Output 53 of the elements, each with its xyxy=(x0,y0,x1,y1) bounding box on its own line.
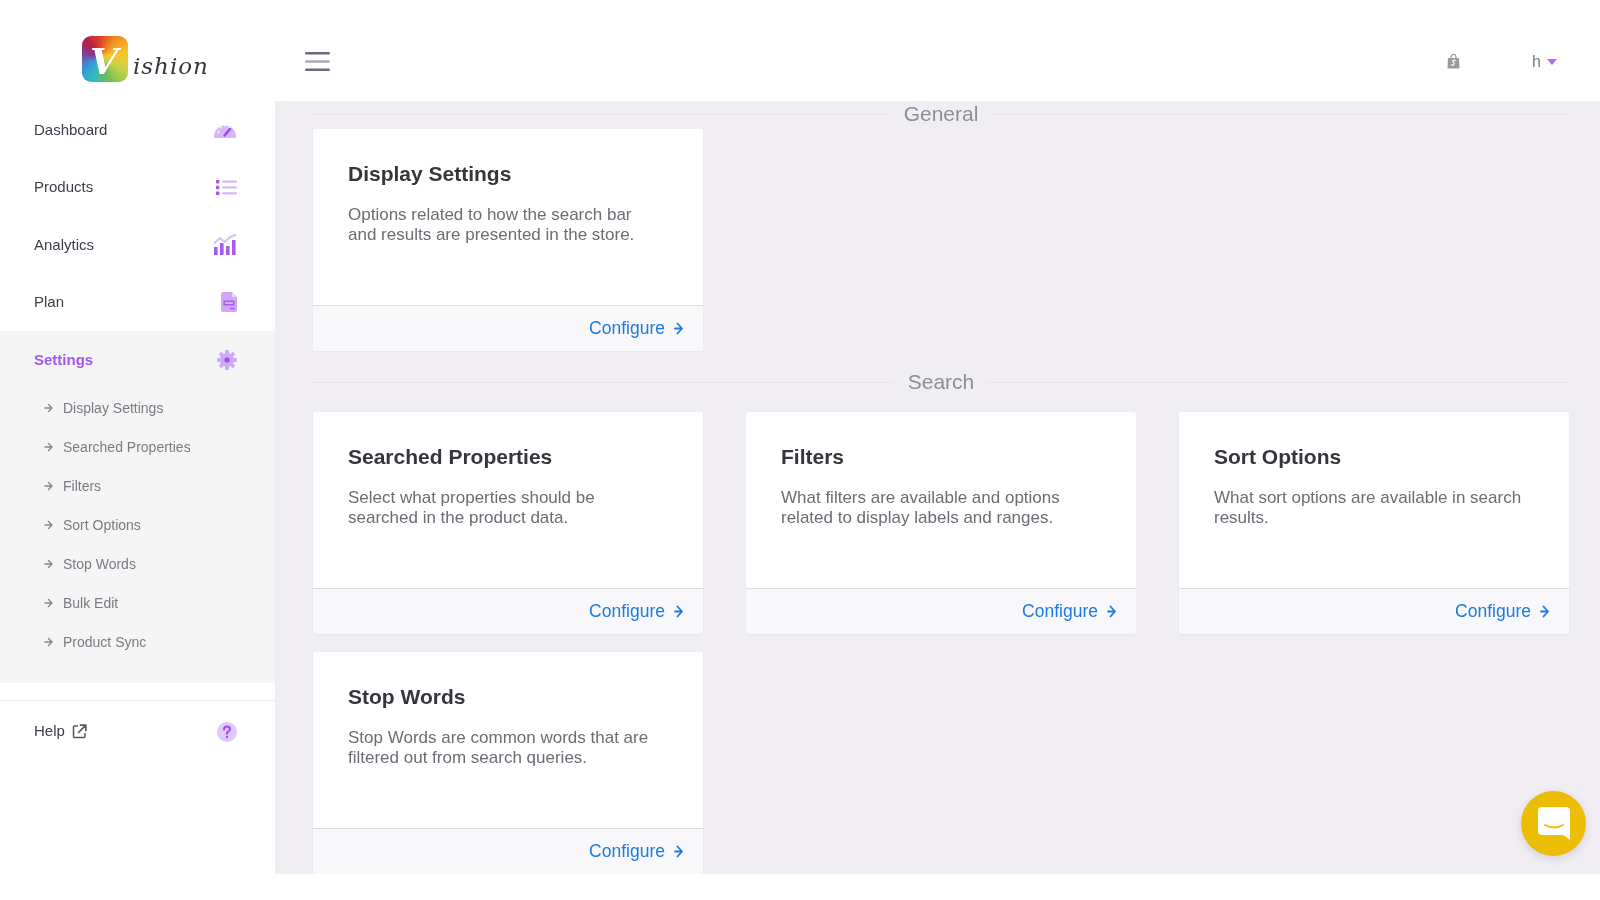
sidebar-item[interactable]: Products xyxy=(0,158,275,216)
user-menu[interactable]: h xyxy=(1532,49,1557,74)
help-icon[interactable] xyxy=(217,721,237,742)
card-title: Display Settings xyxy=(348,161,513,187)
submenu-item[interactable]: Searched Properties xyxy=(0,427,275,467)
submenu-item[interactable]: Stop Words xyxy=(0,544,275,584)
submenu-item[interactable]: Filters xyxy=(0,466,275,506)
arrow-right-icon xyxy=(1540,605,1549,618)
shopping-bag-icon[interactable] xyxy=(1447,54,1461,69)
card-description: Options related to how the search bar and results are presented in the store. xyxy=(348,205,636,244)
arrow-right-icon xyxy=(44,637,53,647)
caret-icon xyxy=(1547,58,1557,65)
arrow-right-icon xyxy=(44,442,53,452)
card-title: Stop Words xyxy=(348,684,467,710)
arrow-right-icon xyxy=(1107,605,1116,618)
menu-icon[interactable] xyxy=(305,52,330,71)
configure-link[interactable]: Configure xyxy=(1455,598,1549,625)
card-title: Filters xyxy=(781,444,846,470)
card-title: Sort Options xyxy=(1214,444,1343,470)
configure-link[interactable]: Configure xyxy=(589,598,683,625)
sidebar-item[interactable]: Settings xyxy=(0,331,275,389)
arrow-right-icon xyxy=(44,481,53,491)
list-icon xyxy=(216,179,237,195)
chat-icon xyxy=(1537,807,1570,840)
card-description: Select what properties should be searched in the product data. xyxy=(348,488,596,527)
submenu-item[interactable]: Sort Options xyxy=(0,505,275,545)
arrow-right-icon xyxy=(44,520,53,530)
arrow-right-icon xyxy=(674,322,683,335)
sidebar-item[interactable]: Plan xyxy=(0,273,275,331)
bar-chart-icon xyxy=(213,234,237,256)
sidebar-item[interactable]: Analytics xyxy=(0,216,275,274)
arrow-right-icon xyxy=(44,403,53,413)
arrow-right-icon xyxy=(44,559,53,569)
configure-link[interactable]: Configure xyxy=(589,838,683,865)
submenu-item[interactable]: Bulk Edit xyxy=(0,583,275,623)
arrow-right-icon xyxy=(674,845,683,858)
card-description: What sort options are available in search results. xyxy=(1214,488,1522,527)
arrow-right-icon xyxy=(44,598,53,608)
arrow-right-icon xyxy=(674,605,683,618)
section-heading: Search xyxy=(907,369,975,395)
section-heading: General xyxy=(903,101,979,127)
sidebar-item[interactable]: Dashboard xyxy=(0,101,275,159)
submenu-item[interactable]: Display Settings xyxy=(0,388,275,428)
document-icon xyxy=(221,292,237,313)
help-link[interactable]: Help xyxy=(34,720,87,743)
configure-link[interactable]: Configure xyxy=(589,315,683,342)
card-description: What filters are available and options related to display labels and ranges. xyxy=(781,488,1061,527)
gear-icon xyxy=(217,349,237,370)
card-title: Searched Properties xyxy=(348,444,554,470)
card-description: Stop Words are common words that are filtered out from search queries. xyxy=(348,728,650,767)
configure-link[interactable]: Configure xyxy=(1022,598,1116,625)
external-link-icon xyxy=(71,724,87,739)
submenu-item[interactable]: Product Sync xyxy=(0,622,275,662)
